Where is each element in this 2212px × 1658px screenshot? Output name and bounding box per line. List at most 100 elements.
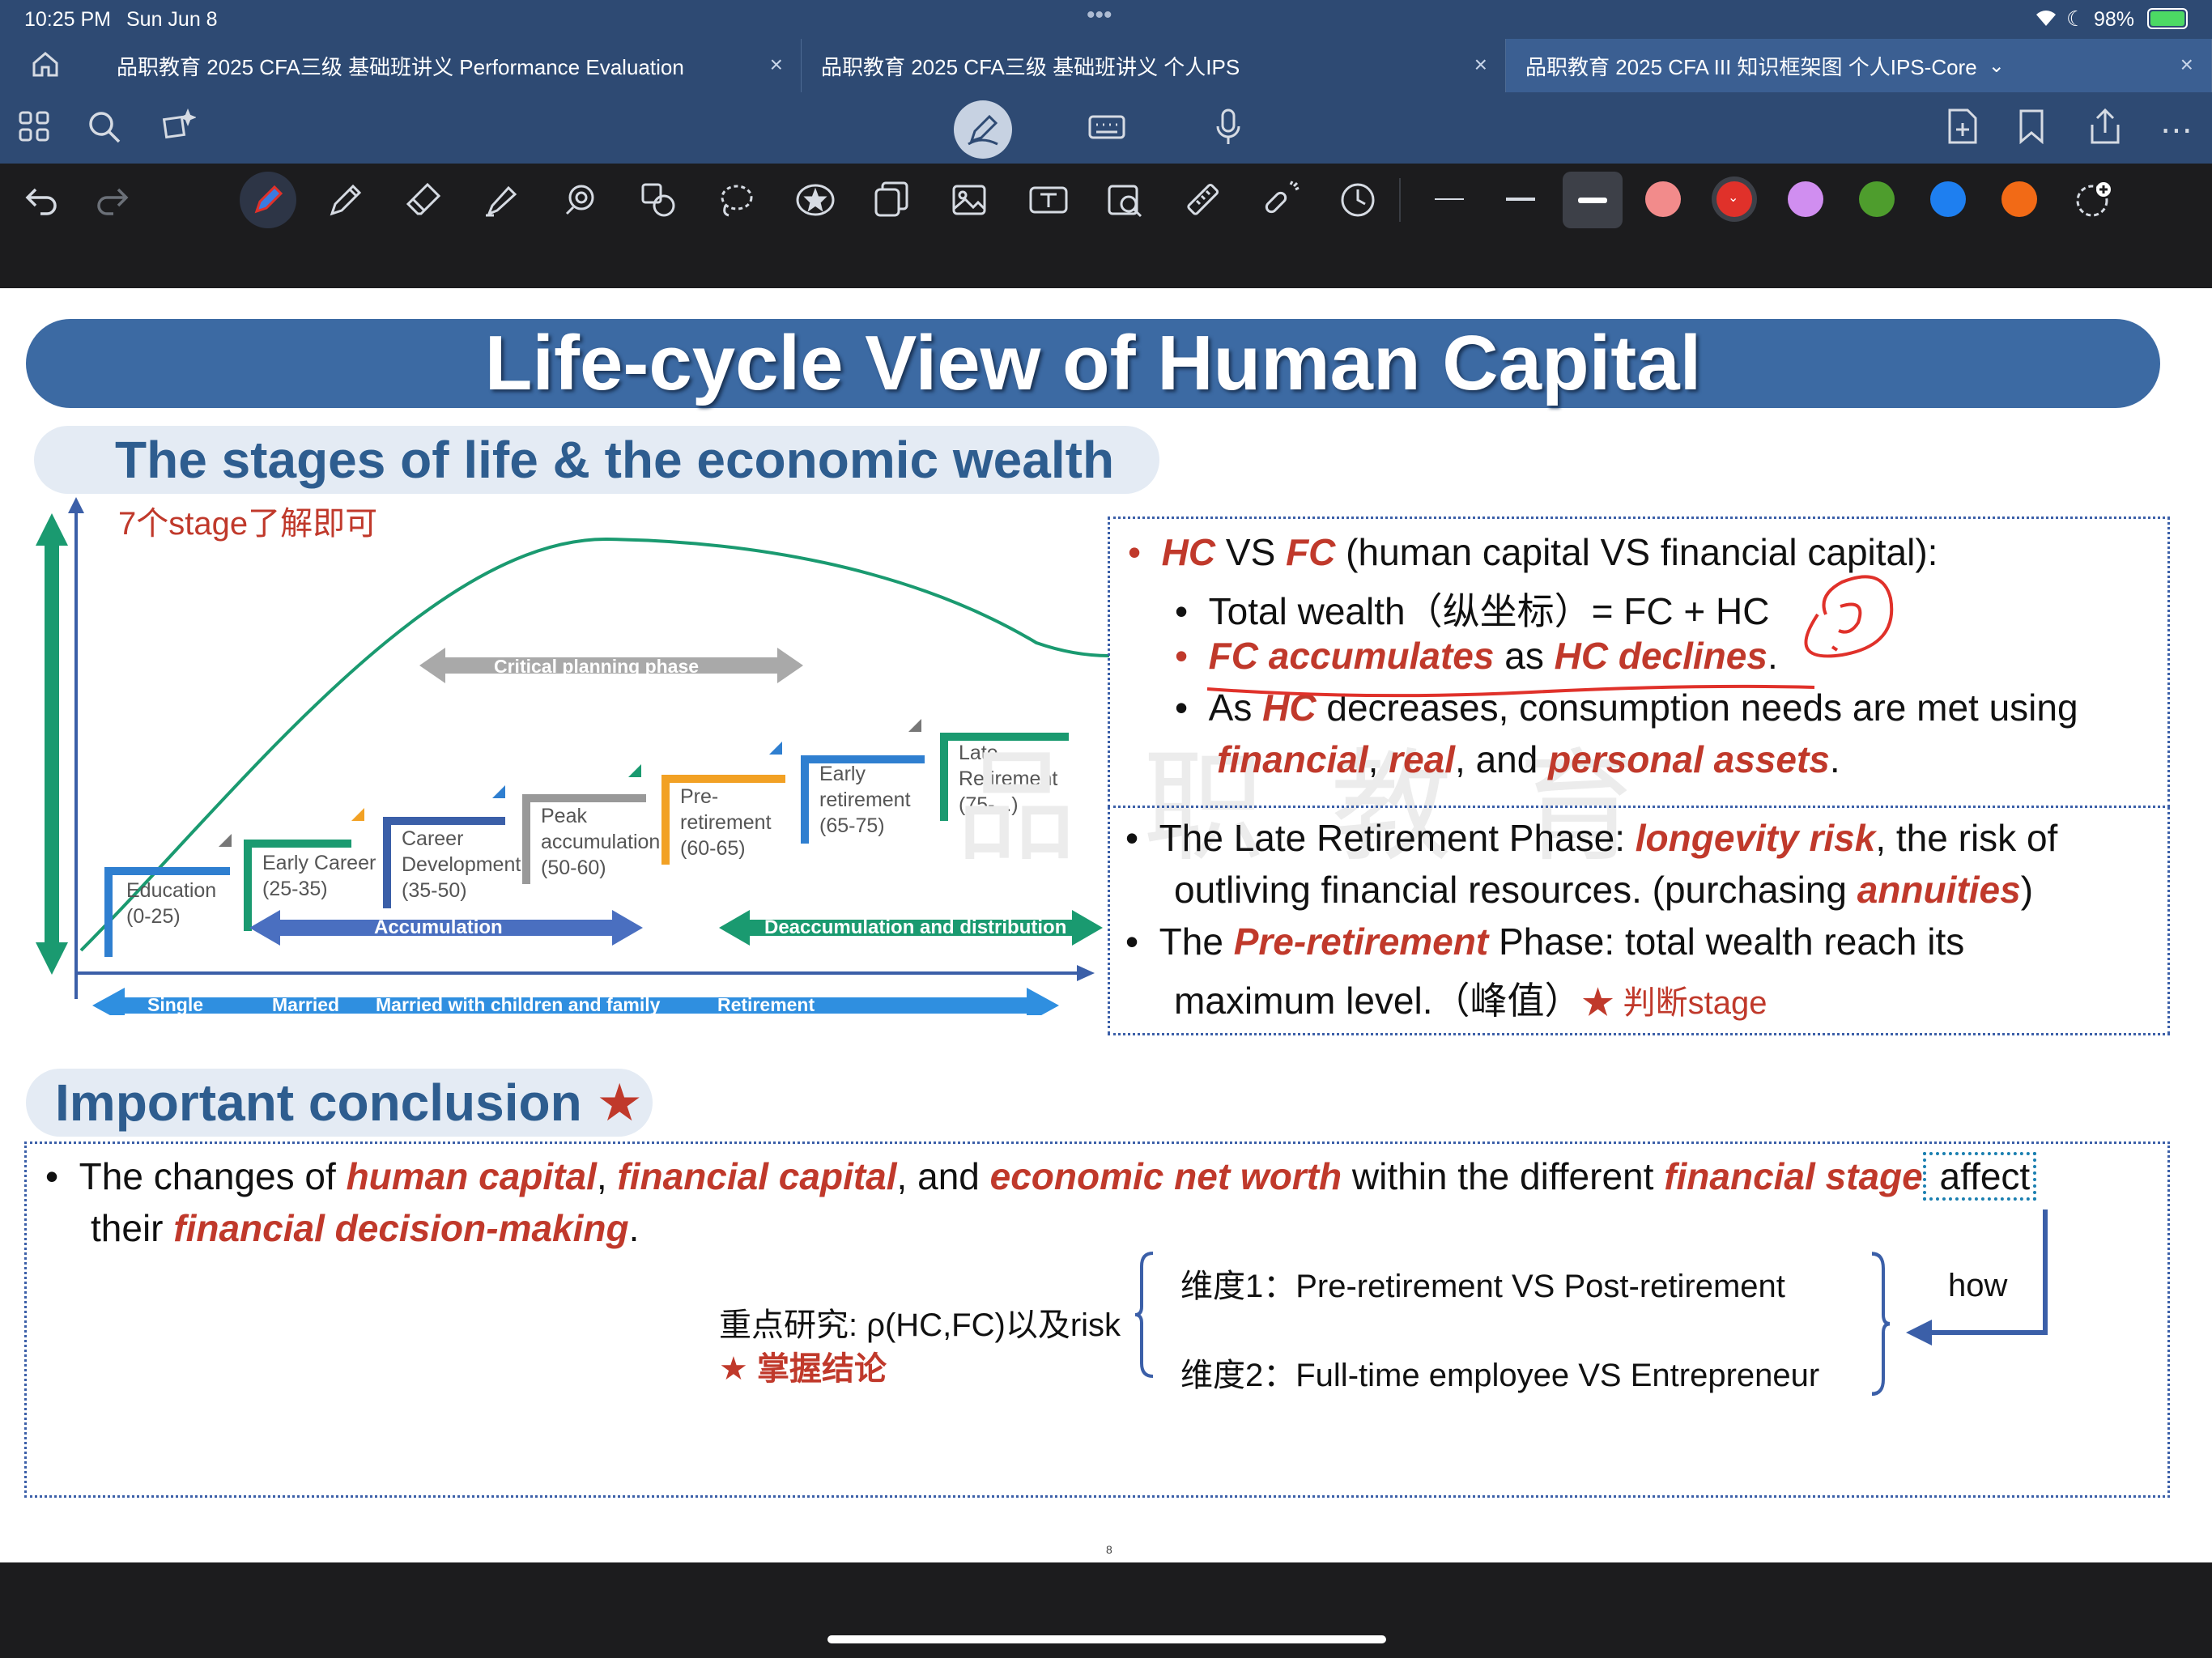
total-wealth-arrow-down xyxy=(36,942,68,975)
chevron-down-icon[interactable]: ⌄ xyxy=(1989,54,2005,78)
stroke-medium-option[interactable] xyxy=(1506,198,1535,201)
text-box-icon[interactable] xyxy=(1028,181,1069,219)
bullet-pre-retirement-cont: maximum level.（峰值）★ 判断stage xyxy=(1174,980,1767,1022)
status-bar: 10:25 PM Sun Jun 8 ••• ☾ 98% xyxy=(0,0,2212,39)
moon-icon: ☾ xyxy=(2066,6,2086,31)
battery-icon xyxy=(2147,8,2188,29)
home-icon[interactable] xyxy=(31,50,60,83)
color-swatch-green[interactable] xyxy=(1859,181,1895,217)
slide-subtitle: The stages of life & the economic wealth xyxy=(34,426,1159,494)
status-time: 10:25 PM xyxy=(24,8,112,31)
life-event-single: Single xyxy=(147,994,204,1015)
tab-label: 品职教育 2025 CFA三级 基础班讲义 个人IPS xyxy=(821,54,1240,79)
box-border-left xyxy=(1108,806,1110,1035)
hc-fc-notes-box: • HC VS FC (human capital VS financial c… xyxy=(1108,517,2170,808)
multitask-dots[interactable]: ••• xyxy=(1087,2,1112,29)
lasso-icon[interactable] xyxy=(717,181,755,219)
keyboard-icon[interactable] xyxy=(1088,113,1125,141)
color-swatch-blue[interactable] xyxy=(1930,181,1966,217)
bullet-fc-accumulates: • FC accumulates as HC declines. xyxy=(1175,635,1778,677)
color-swatch-purple[interactable] xyxy=(1788,181,1823,217)
tools-toolbar: ⌄ xyxy=(0,164,2212,236)
master-conclusion-note: ★ 掌握结论 xyxy=(719,1351,887,1387)
tab-label: 品职教育 2025 CFA三级 基础班讲义 Performance Evalua… xyxy=(117,54,684,79)
color-swatch-pink[interactable] xyxy=(1645,181,1681,217)
add-page-icon[interactable] xyxy=(1946,107,1979,146)
battery-percent: 98% xyxy=(2094,8,2135,31)
total-wealth-arrow-up xyxy=(36,513,68,546)
y-axis-label: Total wealth xyxy=(16,703,36,806)
stage-early-career: Early Career (25-35) xyxy=(262,852,376,900)
close-icon[interactable]: × xyxy=(770,52,783,78)
slide-title: Life-cycle View of Human Capital xyxy=(26,319,2160,408)
tab-performance-evaluation[interactable]: 品职教育 2025 CFA三级 基础班讲义 Performance Evalua… xyxy=(97,39,802,92)
life-cycle-chart: 7个stage了解即可 Total wealth Critical planni… xyxy=(16,497,1110,1023)
bullet-total-wealth: • Total wealth（纵坐标）= FC + HC xyxy=(1175,590,1770,632)
critical-planning-label: Critical planning phase xyxy=(494,656,700,677)
toolbar-divider xyxy=(1399,178,1401,222)
box-border-right xyxy=(2167,806,2170,1035)
ai-assist-icon[interactable] xyxy=(159,108,196,146)
stage-early-retirement: Early retirement (65-75) xyxy=(819,763,911,837)
wifi-icon xyxy=(2034,6,2058,33)
clock-icon[interactable] xyxy=(1339,181,1376,219)
stage-career-development: Career Development (35-50) xyxy=(402,827,521,902)
how-label: how xyxy=(1948,1268,2008,1303)
redo-icon[interactable] xyxy=(96,183,130,215)
share-icon[interactable] xyxy=(2087,107,2123,146)
tab-personal-ips[interactable]: 品职教育 2025 CFA三级 基础班讲义 个人IPS × xyxy=(802,39,1506,92)
microphone-icon[interactable] xyxy=(1214,108,1242,146)
stroke-thin-option[interactable] xyxy=(1435,198,1464,200)
document-page[interactable]: Life-cycle View of Human Capital The sta… xyxy=(0,288,2212,1562)
shapes-tool-icon[interactable] xyxy=(640,181,677,219)
pen-tool-icon[interactable] xyxy=(240,172,296,228)
color-swatch-orange[interactable] xyxy=(2001,181,2037,217)
life-event-married: Married xyxy=(272,994,340,1015)
more-icon[interactable]: ⋯ xyxy=(2160,112,2194,149)
bullet-pre-retirement: • The Pre-retirement Phase: total wealth… xyxy=(1125,920,1965,963)
stage-peak-accumulation: Peak accumulation (50-60) xyxy=(541,805,661,879)
close-icon[interactable]: × xyxy=(1474,52,1487,78)
undo-icon[interactable] xyxy=(24,183,58,215)
search-icon[interactable] xyxy=(87,110,121,144)
conclusion-line-2: their financial decision-making. xyxy=(91,1207,640,1249)
left-brace xyxy=(1134,1252,1154,1378)
eraser-icon[interactable] xyxy=(405,181,442,219)
sticker-icon[interactable] xyxy=(795,181,836,219)
laser-pointer-icon[interactable] xyxy=(1261,180,1302,220)
camera-scan-icon[interactable] xyxy=(1106,181,1143,219)
bullet-late-retirement-cont: outliving financial resources. (purchasi… xyxy=(1174,869,2034,911)
add-color-icon[interactable] xyxy=(2073,180,2113,220)
right-brace xyxy=(1871,1252,1891,1397)
chevron-down-icon: ⌄ xyxy=(1728,191,1739,205)
y-axis-arrowhead xyxy=(68,497,84,513)
deaccumulation-label: Deaccumulation and distribution xyxy=(764,916,1067,938)
tab-label: 品职教育 2025 CFA III 知识框架图 个人IPS-Core xyxy=(1525,54,1977,79)
stage-pre-retirement: Pre- retirement (60-65) xyxy=(680,785,772,860)
stroke-thick-option[interactable] xyxy=(1563,172,1623,228)
accumulation-label: Accumulation xyxy=(374,916,503,938)
color-swatch-red-selected[interactable]: ⌄ xyxy=(1716,181,1752,217)
tab-ips-core[interactable]: 品职教育 2025 CFA III 知识框架图 个人IPS-Core ⌄ × xyxy=(1506,39,2212,92)
x-axis-arrowhead xyxy=(1077,965,1095,981)
life-event-retirement: Retirement xyxy=(717,994,815,1015)
elements-icon[interactable] xyxy=(873,181,910,219)
canvas-top-margin xyxy=(0,236,2212,288)
focus-note: 重点研究: ρ(HC,FC)以及risk xyxy=(719,1307,1121,1343)
image-icon[interactable] xyxy=(951,181,988,219)
red-underline-annotation xyxy=(1207,684,1815,698)
page-number: 8 xyxy=(1106,1543,1112,1556)
ruler-icon[interactable] xyxy=(1184,181,1221,219)
bookmark-icon[interactable] xyxy=(2018,108,2045,144)
shapes-icon[interactable] xyxy=(562,181,599,219)
home-indicator[interactable] xyxy=(827,1635,1386,1643)
close-icon[interactable]: × xyxy=(2180,52,2193,78)
stage-education: Education (0-25) xyxy=(126,879,217,928)
grid-icon[interactable] xyxy=(18,110,50,142)
pen-mode-button[interactable] xyxy=(954,100,1012,159)
highlighter-icon[interactable] xyxy=(483,181,520,219)
main-toolbar: ⋯ xyxy=(0,92,2212,164)
pencil-icon[interactable] xyxy=(327,181,364,219)
question-mark-annotation xyxy=(1804,575,1894,658)
tab-bar: 品职教育 2025 CFA三级 基础班讲义 Performance Evalua… xyxy=(0,39,2212,92)
